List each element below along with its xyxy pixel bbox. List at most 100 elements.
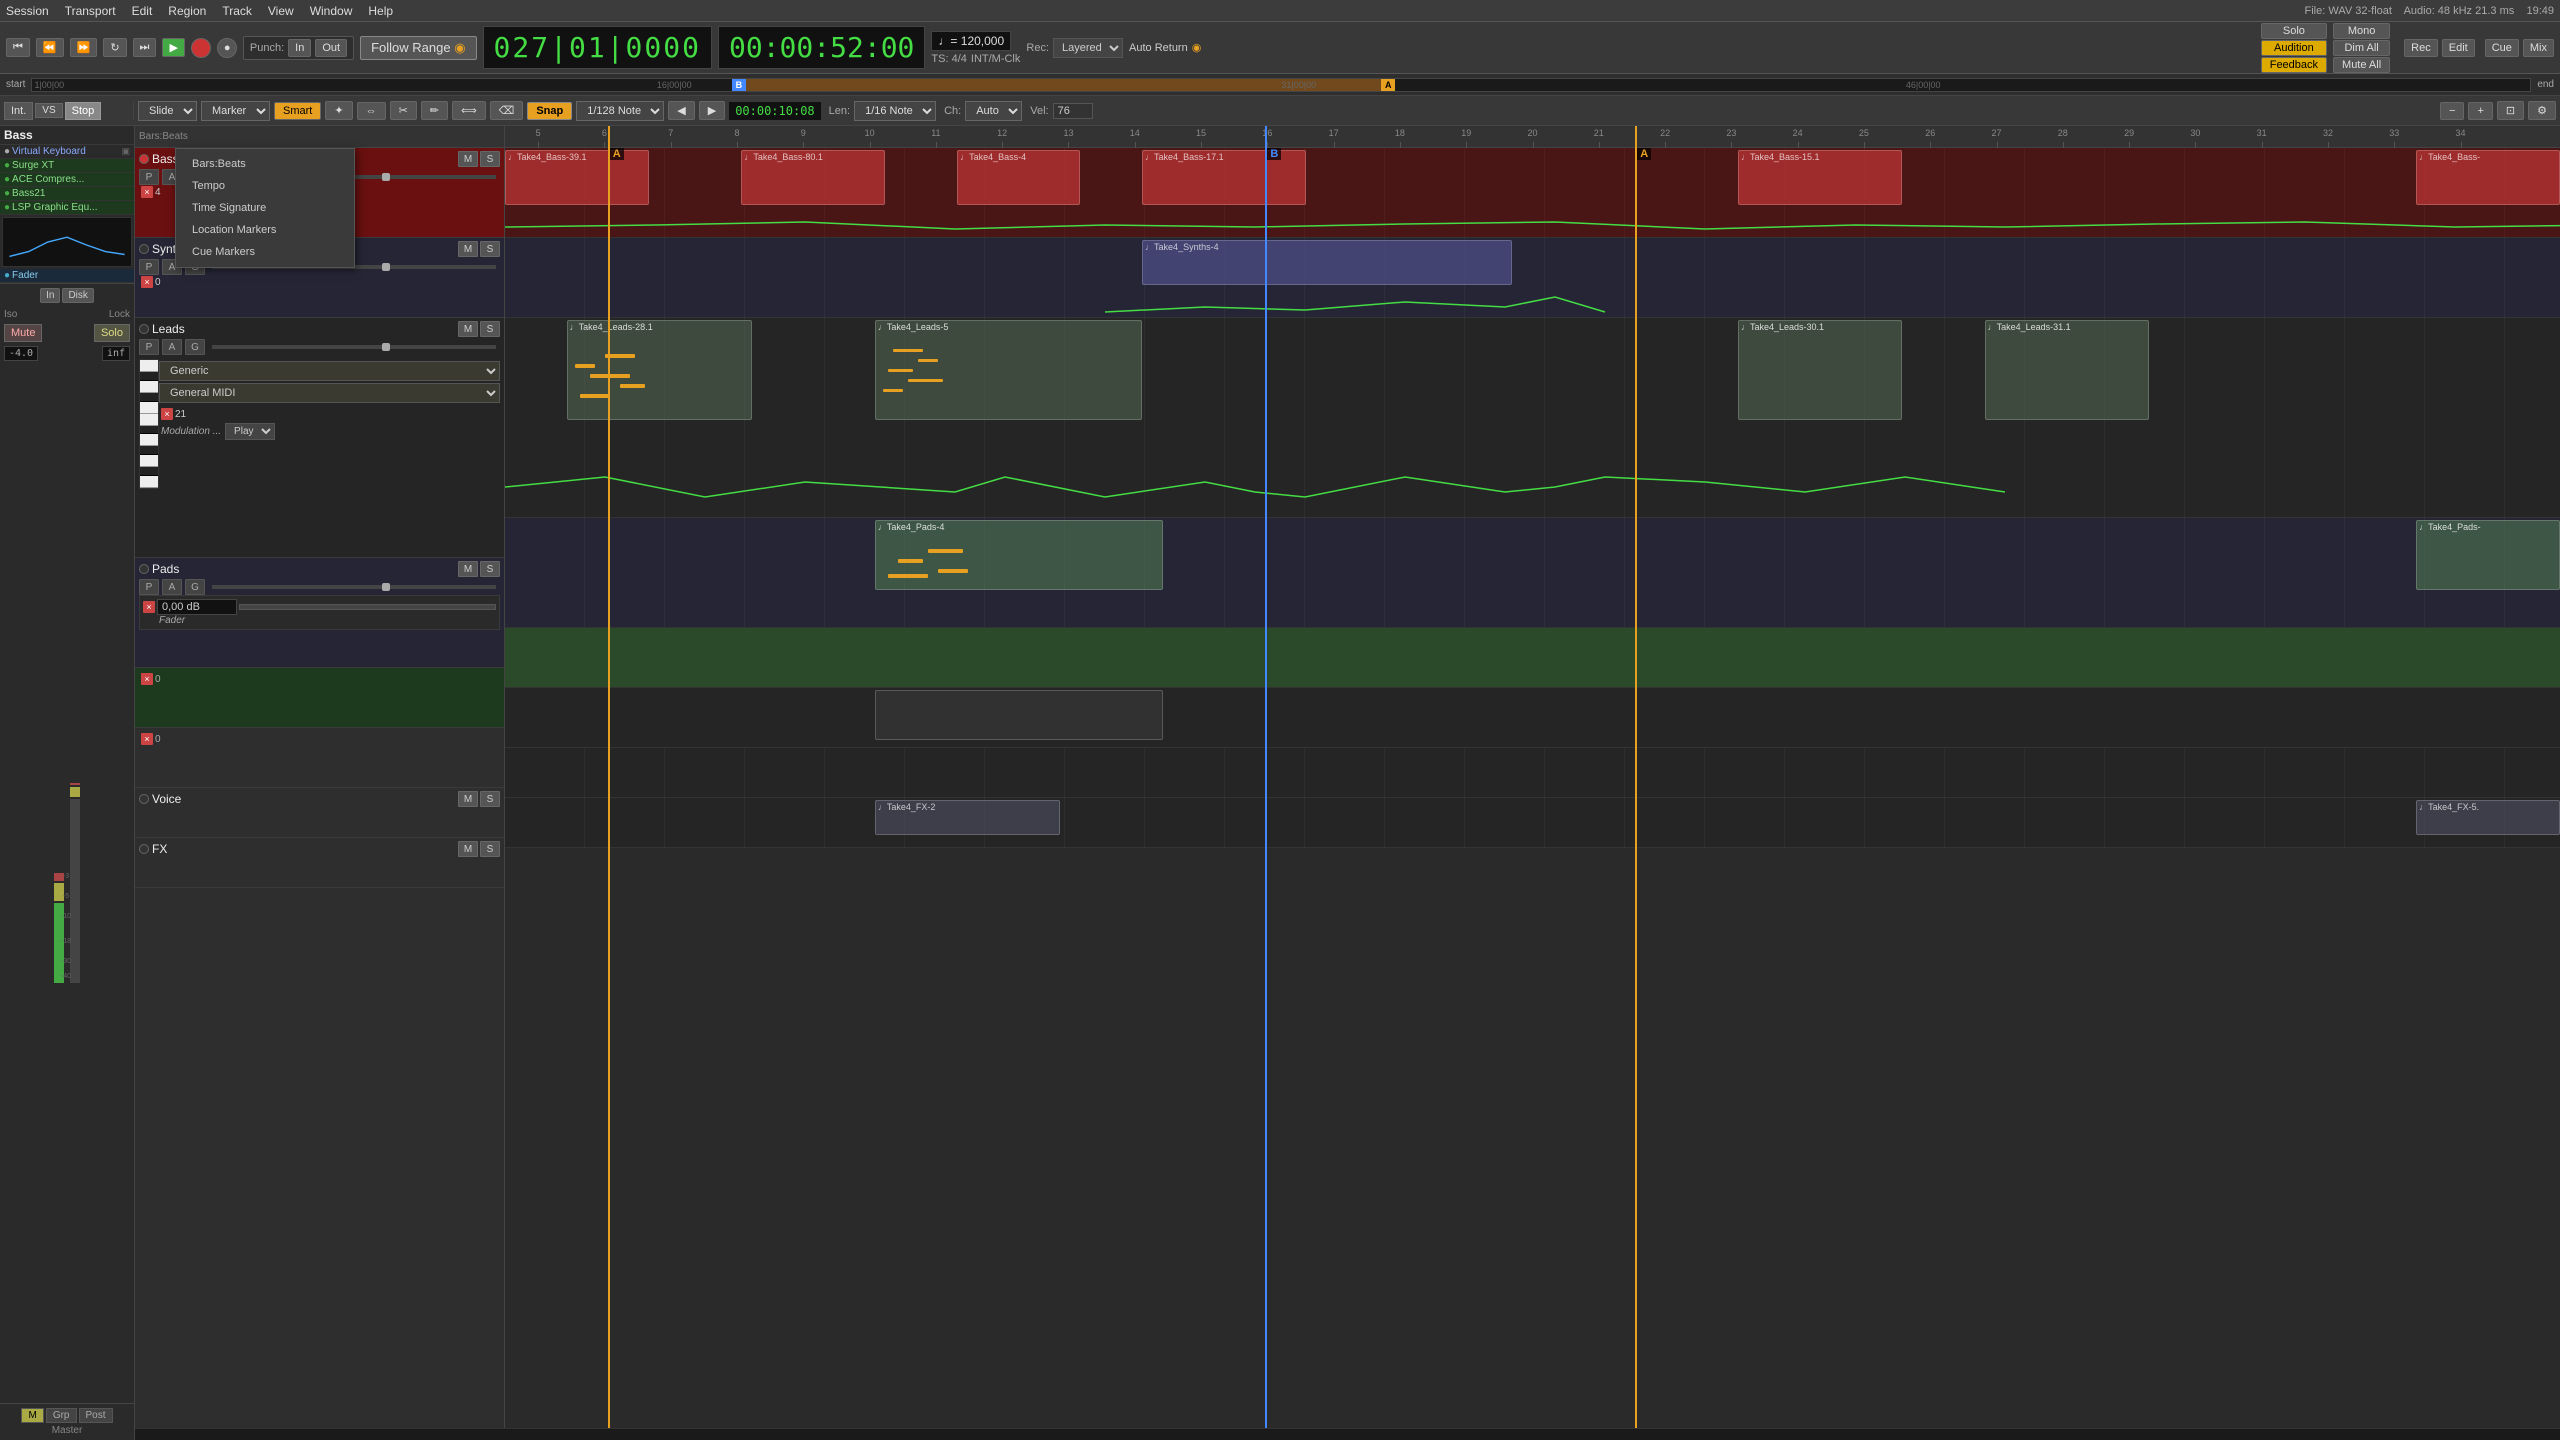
fx-m-btn[interactable]: M bbox=[458, 841, 478, 857]
settings-icon[interactable]: ⚙ bbox=[2528, 101, 2556, 120]
synths-clip-1[interactable]: ♩Take4_Synths-4 bbox=[1142, 240, 1512, 285]
generic-select[interactable]: Generic bbox=[159, 361, 500, 381]
next-button[interactable]: ⏭ bbox=[133, 38, 157, 57]
synths-rec-arm[interactable] bbox=[139, 244, 149, 254]
pads-s-btn[interactable]: S bbox=[480, 561, 500, 577]
rec-btn[interactable]: Rec bbox=[2404, 39, 2438, 57]
follow-range-button[interactable]: Follow Range ◉ bbox=[360, 36, 476, 60]
tool-stretch[interactable]: ⟺ bbox=[452, 101, 486, 120]
empty-plugin-close[interactable]: × bbox=[141, 733, 153, 745]
slide-select[interactable]: Slide bbox=[138, 101, 197, 121]
synths-m-btn[interactable]: M bbox=[458, 241, 478, 257]
leads-clip-4[interactable]: ♩Take4_Leads-31.1 bbox=[1985, 320, 2149, 420]
voice-m-btn[interactable]: M bbox=[458, 791, 478, 807]
bass-clip-2[interactable]: ♩Take4_Bass-80.1 bbox=[741, 150, 885, 205]
dim-all-button[interactable]: Dim All bbox=[2333, 40, 2390, 56]
stop-button[interactable]: Stop bbox=[65, 102, 102, 120]
menu-region[interactable]: Region bbox=[168, 4, 206, 18]
pads-fader-input[interactable]: 0,00 dB bbox=[157, 599, 237, 615]
fx-rec-arm[interactable] bbox=[139, 844, 149, 854]
solo-small-btn[interactable]: Solo bbox=[94, 324, 130, 342]
punch-out-button[interactable]: Out bbox=[315, 39, 347, 57]
nav-right[interactable]: ▶ bbox=[699, 101, 725, 120]
h-scrollbar[interactable] bbox=[135, 1428, 2560, 1440]
edit-btn[interactable]: Edit bbox=[2442, 39, 2475, 57]
fx-clip-2[interactable]: ♩Take4_FX-5. bbox=[2416, 800, 2560, 835]
rec-mode-select[interactable]: Layered bbox=[1053, 38, 1123, 58]
bass-s-btn[interactable]: S bbox=[480, 151, 500, 167]
leads-p-btn[interactable]: P bbox=[139, 339, 159, 355]
pads-clip-2[interactable]: ♩Take4_Pads- bbox=[2416, 520, 2560, 590]
snap-value-select[interactable]: 1/128 Note bbox=[576, 101, 664, 121]
audition-button[interactable]: Audition bbox=[2261, 40, 2327, 56]
loop-button[interactable]: ↻ bbox=[103, 38, 126, 57]
bass-clip-3[interactable]: ♩Take4_Bass-4 bbox=[957, 150, 1080, 205]
pads-fader-bar[interactable] bbox=[239, 604, 496, 610]
len-select[interactable]: 1/16 Note bbox=[854, 101, 936, 121]
leads-a-btn[interactable]: A bbox=[162, 339, 182, 355]
vs-button[interactable]: VS bbox=[35, 103, 62, 118]
fx-clip-1[interactable]: ♩Take4_FX-2 bbox=[875, 800, 1060, 835]
bass-clip-6[interactable]: ♩Take4_Bass- bbox=[2416, 150, 2560, 205]
leads-clip-1[interactable]: ♩Take4_Leads-28.1 bbox=[567, 320, 752, 420]
zoom-in-icon[interactable]: + bbox=[2468, 102, 2492, 120]
pads-a-btn[interactable]: A bbox=[162, 579, 182, 595]
pads-m-btn[interactable]: M bbox=[458, 561, 478, 577]
left-in-btn[interactable]: In bbox=[40, 288, 60, 303]
bass-rec-arm[interactable] bbox=[139, 154, 149, 164]
leads-g-btn[interactable]: G bbox=[185, 339, 205, 355]
voice-rec-arm[interactable] bbox=[139, 794, 149, 804]
a-marker-range[interactable]: A bbox=[1381, 79, 1395, 91]
snap-button[interactable]: Snap bbox=[527, 102, 572, 120]
pads-p-btn[interactable]: P bbox=[139, 579, 159, 595]
menu-session[interactable]: Session bbox=[6, 4, 49, 18]
forward-button[interactable]: ⏩ bbox=[70, 38, 98, 57]
dd-cue-markers[interactable]: Cue Markers bbox=[176, 241, 354, 263]
tool-draw[interactable]: ✏ bbox=[421, 101, 448, 120]
marker-select[interactable]: Marker bbox=[201, 101, 270, 121]
smart-button[interactable]: Smart bbox=[274, 102, 321, 120]
tool-erase[interactable]: ⌫ bbox=[490, 101, 524, 120]
bass-clip-5[interactable]: ♩Take4_Bass-15.1 bbox=[1738, 150, 1902, 205]
synths-s-btn[interactable]: S bbox=[480, 241, 500, 257]
pads-rec-arm[interactable] bbox=[139, 564, 149, 574]
play-button[interactable]: ▶ bbox=[162, 38, 184, 57]
b-marker-range[interactable]: B bbox=[732, 79, 746, 91]
pads-g-btn[interactable]: G bbox=[185, 579, 205, 595]
menu-edit[interactable]: Edit bbox=[132, 4, 153, 18]
pads-fader[interactable] bbox=[212, 585, 496, 589]
range-track[interactable]: B A 1|00|00 16|00|00 31|00|00 46|00|00 bbox=[31, 78, 2531, 92]
record-button[interactable] bbox=[191, 38, 211, 58]
menu-transport[interactable]: Transport bbox=[65, 4, 116, 18]
empty-clip-1[interactable] bbox=[875, 690, 1163, 740]
rewind-button[interactable]: ⏮ bbox=[6, 38, 30, 57]
mix-btn[interactable]: Mix bbox=[2523, 39, 2554, 57]
nav-left[interactable]: ◀ bbox=[668, 101, 694, 120]
bass-p-btn[interactable]: P bbox=[139, 169, 159, 185]
cue-btn[interactable]: Cue bbox=[2485, 39, 2519, 57]
tempo-value[interactable]: ♩= 120,000 bbox=[931, 31, 1011, 51]
mono-button[interactable]: Mono bbox=[2333, 23, 2390, 39]
int-button[interactable]: Int. bbox=[4, 102, 33, 120]
leads-rec-arm[interactable] bbox=[139, 324, 149, 334]
leads-s-btn[interactable]: S bbox=[480, 321, 500, 337]
punch-in-button[interactable]: In bbox=[288, 39, 311, 57]
voice-s-btn[interactable]: S bbox=[480, 791, 500, 807]
mute-all-button[interactable]: Mute All bbox=[2333, 57, 2390, 73]
midi-button[interactable]: ● bbox=[217, 38, 237, 58]
feedback-button[interactable]: Feedback bbox=[2261, 57, 2327, 73]
synths-p-btn[interactable]: P bbox=[139, 259, 159, 275]
ch-select[interactable]: Auto bbox=[965, 101, 1022, 121]
grp-btn[interactable]: Grp bbox=[46, 1408, 77, 1423]
fx-s-btn[interactable]: S bbox=[480, 841, 500, 857]
mute-btn[interactable]: Mute bbox=[4, 324, 42, 342]
general-midi-select[interactable]: General MIDI bbox=[159, 383, 500, 403]
leads-plugin-close[interactable]: × bbox=[161, 408, 173, 420]
keyboard-toggle[interactable]: ▣ bbox=[121, 146, 130, 157]
m-btn[interactable]: M bbox=[21, 1408, 43, 1423]
dd-bars-beats[interactable]: Bars:Beats bbox=[176, 153, 354, 175]
bass-clip-1[interactable]: ♩Take4_Bass-39.1 bbox=[505, 150, 649, 205]
leads-clip-2[interactable]: ♩Take4_Leads-5 bbox=[875, 320, 1142, 420]
pads-fader-close[interactable]: × bbox=[143, 601, 155, 613]
menu-track[interactable]: Track bbox=[222, 4, 252, 18]
